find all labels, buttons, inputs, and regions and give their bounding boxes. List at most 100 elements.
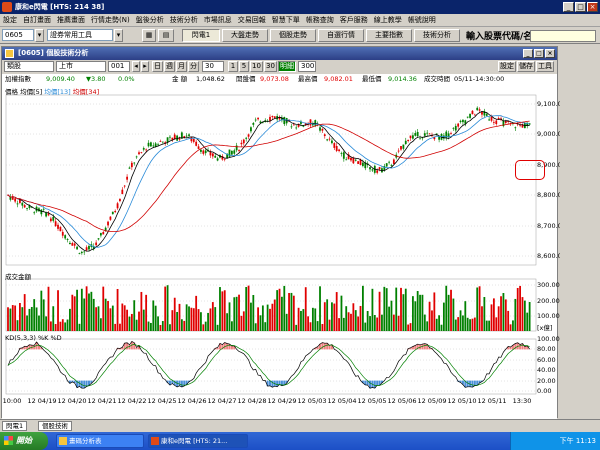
- start-button[interactable]: 開始: [0, 432, 48, 450]
- menu-settings[interactable]: 設定: [0, 15, 20, 25]
- volume-bar: [421, 294, 424, 331]
- tick-detail-button[interactable]: 明細: [278, 61, 296, 72]
- price-candle: [159, 141, 162, 142]
- window-close-button[interactable]: ×: [545, 49, 555, 58]
- menu-account[interactable]: 帳務查詢: [303, 15, 337, 25]
- price-candle: [371, 169, 374, 171]
- volume-bar: [14, 305, 17, 331]
- volume-bar: [142, 309, 145, 331]
- menu-tutorial[interactable]: 線上教學: [371, 15, 405, 25]
- menu-trade-report[interactable]: 交易回報: [235, 15, 269, 25]
- toolbar-flash1-button[interactable]: 閃電1: [182, 29, 220, 42]
- doc-tab-technical[interactable]: 個股技術: [38, 421, 72, 431]
- quote-info-bar: 加權指數 9,009.40 ▼3.80 0.0% 金 額 1,048.62 開盤…: [2, 74, 557, 85]
- volume-bar: [504, 299, 507, 331]
- volume-bar: [133, 300, 136, 331]
- stock-search-input[interactable]: [530, 30, 596, 42]
- minute-10-button[interactable]: 10: [250, 61, 263, 72]
- market-select[interactable]: 上市: [56, 61, 106, 72]
- window-save-button[interactable]: 儲存: [517, 61, 535, 72]
- price-candle: [271, 115, 274, 117]
- folder-icon: [59, 437, 67, 445]
- toolbar-stock-trend-button[interactable]: 個股走勢: [270, 29, 316, 42]
- price-candle: [233, 150, 236, 154]
- price-candle: [323, 134, 326, 137]
- volume-bar: [7, 307, 9, 331]
- price-candle: [216, 158, 219, 161]
- price-candle: [314, 120, 317, 126]
- toolbar-watchlist-button[interactable]: 自選行情: [318, 29, 364, 42]
- minute-1-button[interactable]: 1: [228, 61, 238, 72]
- volume-bar: [119, 323, 121, 331]
- taskbar-item-app[interactable]: 康和e閃電 [HTS: 21...: [148, 434, 248, 448]
- tools-dropdown-icon[interactable]: ▾: [114, 29, 123, 42]
- toolbar-market-trend-button[interactable]: 大盤走勢: [222, 29, 268, 42]
- volume-bar: [359, 305, 362, 331]
- prev-icon[interactable]: ◂: [132, 61, 140, 72]
- volume-bar: [197, 309, 200, 331]
- volume-bar: [361, 285, 364, 331]
- menu-smart-order[interactable]: 智慧下單: [269, 15, 303, 25]
- calculator-icon[interactable]: ▤: [158, 29, 174, 42]
- price-candle: [116, 203, 119, 209]
- close-button[interactable]: ×: [587, 2, 598, 12]
- info-time-label: 成交時間: [424, 75, 450, 83]
- window-minimize-button[interactable]: _: [523, 49, 533, 58]
- price-candle: [326, 139, 329, 141]
- minimize-button[interactable]: _: [563, 2, 574, 12]
- chart-canvas[interactable]: [2, 85, 557, 419]
- price-candle: [23, 205, 26, 208]
- volume-bar: [45, 316, 48, 331]
- next-icon[interactable]: ▸: [141, 61, 149, 72]
- menu-market-news[interactable]: 市場訊息: [201, 15, 235, 25]
- volume-bar: [254, 323, 257, 331]
- menu-service[interactable]: 客戶服務: [337, 15, 371, 25]
- timeframe-month[interactable]: 月: [176, 61, 187, 72]
- count-input[interactable]: 300: [298, 61, 316, 72]
- chart-area[interactable]: 價格 均價[5] 均價[13] 均價[34] 9,100.00 9,000.00…: [2, 85, 566, 419]
- sector-select[interactable]: 類股: [4, 61, 54, 72]
- timeframe-week[interactable]: 週: [164, 61, 175, 72]
- minute-30-button[interactable]: 30: [264, 61, 277, 72]
- minute-5-button[interactable]: 5: [239, 61, 249, 72]
- code-input[interactable]: 0605: [2, 29, 34, 41]
- volume-bar: [104, 298, 107, 331]
- kd-tick-0: 0.00: [537, 387, 552, 395]
- group-select[interactable]: 001: [108, 61, 130, 72]
- window-tools-button[interactable]: 工具: [536, 61, 554, 72]
- price-candle: [59, 226, 62, 232]
- volume-bar: [392, 314, 395, 331]
- volume-bar: [492, 298, 495, 331]
- volume-bar: [250, 302, 252, 331]
- timeframe-minute[interactable]: 分: [188, 61, 199, 72]
- price-candle: [130, 162, 133, 168]
- menu-account-help[interactable]: 帳號說明: [405, 15, 439, 25]
- price-candle: [404, 140, 407, 145]
- price-candle: [273, 116, 276, 119]
- minute-select[interactable]: 30: [202, 61, 224, 72]
- volume-tick-300: 300.00: [537, 281, 560, 289]
- volume-bar: [71, 294, 74, 331]
- volume-bar: [57, 290, 59, 331]
- volume-bar: [147, 321, 150, 331]
- maximize-button[interactable]: □: [575, 2, 586, 12]
- toolbox-icon[interactable]: ▦: [142, 29, 156, 42]
- timeframe-day[interactable]: 日: [152, 61, 163, 72]
- menu-custom-screen[interactable]: 自訂畫面: [20, 15, 54, 25]
- menu-recommended[interactable]: 推薦畫面: [54, 15, 88, 25]
- window-maximize-button[interactable]: □: [534, 49, 544, 58]
- code-dropdown-icon[interactable]: ▾: [35, 29, 44, 42]
- taskbar-item-chart-analysis[interactable]: 畫碼分析表: [56, 434, 144, 448]
- menu-technical[interactable]: 技術分析: [167, 15, 201, 25]
- menu-quotes[interactable]: 行情走勢(N): [88, 15, 133, 25]
- price-candle: [252, 122, 255, 125]
- menu-after-hours[interactable]: 盤後分析: [133, 15, 167, 25]
- window-settings-button[interactable]: 設定: [498, 61, 516, 72]
- price-candle: [338, 149, 340, 152]
- volume-bar: [335, 292, 338, 331]
- volume-bar: [416, 291, 419, 331]
- doc-tab-flash1[interactable]: 閃電1: [2, 421, 28, 431]
- tools-select[interactable]: 證券常用工具: [47, 29, 113, 41]
- toolbar-indices-button[interactable]: 主要指數: [366, 29, 412, 42]
- toolbar-technical-button[interactable]: 技術分析: [414, 29, 460, 42]
